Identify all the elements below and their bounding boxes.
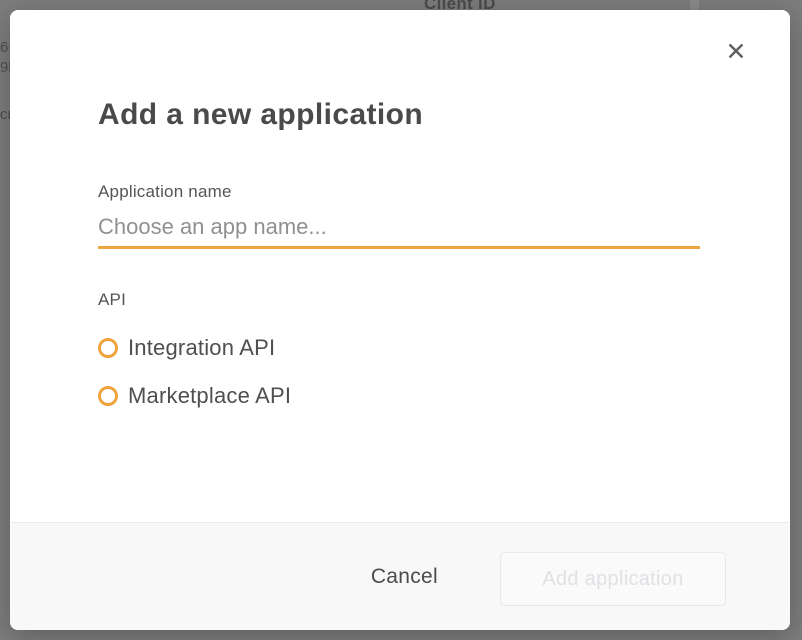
application-name-label: Application name	[98, 182, 232, 202]
dimmed-backdrop: { "background": { "client_id_label": "Cl…	[0, 0, 802, 640]
radio-unselected-icon[interactable]	[98, 386, 118, 406]
radio-unselected-icon[interactable]	[98, 338, 118, 358]
cancel-button[interactable]: Cancel	[371, 565, 438, 589]
radio-option-label: Integration API	[128, 335, 275, 361]
application-name-input[interactable]	[98, 208, 700, 249]
add-application-button[interactable]: Add application	[500, 552, 726, 606]
modal-title: Add a new application	[98, 98, 423, 132]
modal-footer: Cancel Add application	[10, 522, 790, 630]
add-application-modal: ✕ Add a new application Application name…	[10, 10, 790, 630]
radio-option-marketplace-api[interactable]: Marketplace API	[98, 383, 291, 409]
radio-option-integration-api[interactable]: Integration API	[98, 335, 275, 361]
background-column-divider	[690, 0, 699, 10]
api-label: API	[98, 290, 126, 310]
close-icon[interactable]: ✕	[722, 38, 750, 66]
radio-option-label: Marketplace API	[128, 383, 291, 409]
